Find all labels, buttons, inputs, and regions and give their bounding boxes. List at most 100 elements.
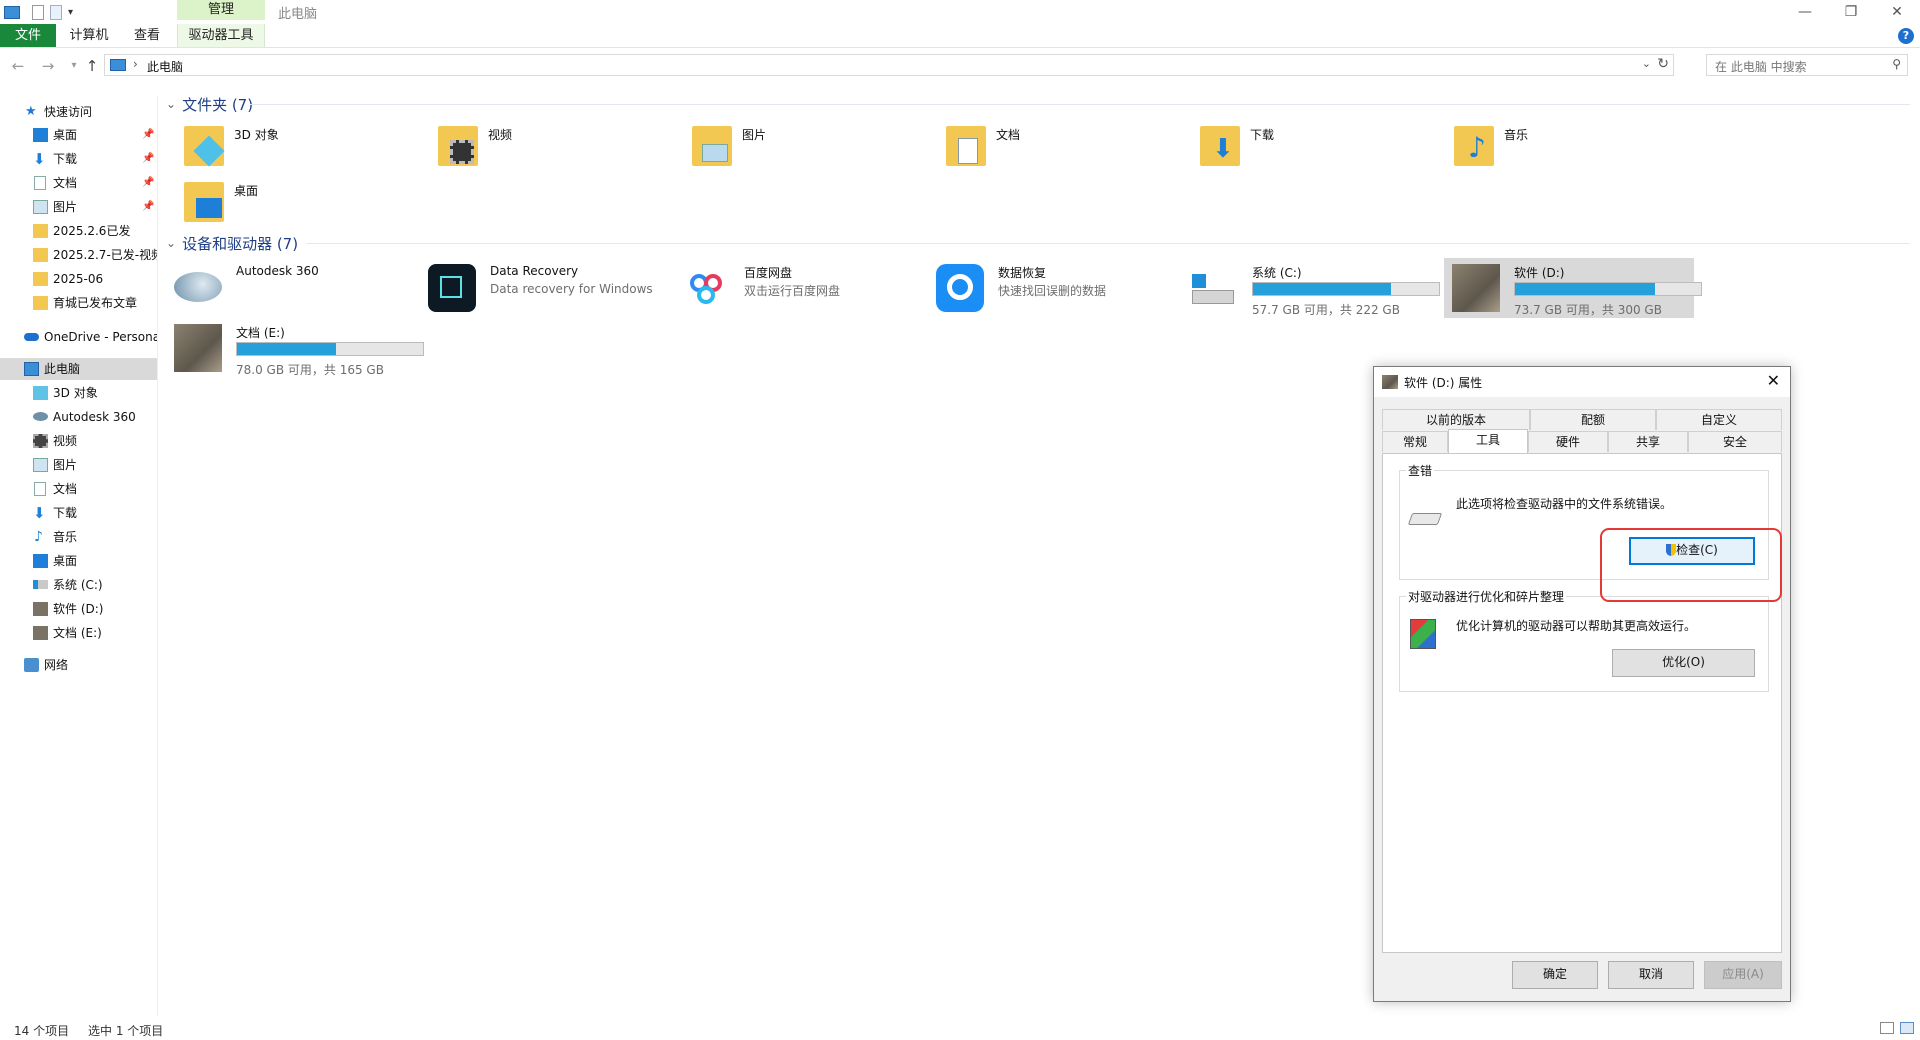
tab-previous-versions[interactable]: 以前的版本	[1382, 409, 1530, 430]
download-icon: ⬇	[33, 504, 46, 522]
system-drive-icon	[33, 580, 48, 589]
close-icon[interactable]: ✕	[1767, 371, 1780, 390]
drive-usage-bar	[1252, 282, 1440, 296]
tab-general[interactable]: 常规	[1382, 431, 1448, 452]
address-input[interactable]: › 此电脑 ⌄ ↻	[104, 54, 1674, 76]
nav-quick-item[interactable]: 桌面 📌	[0, 124, 157, 146]
nav-pc-item[interactable]: 图片	[0, 454, 157, 476]
up-button[interactable]: ↑	[82, 56, 102, 76]
new-folder-icon[interactable]	[50, 4, 62, 20]
nav-pc-item[interactable]: 文档 (E:)	[0, 622, 157, 644]
pin-icon[interactable]: 📌	[142, 148, 154, 170]
pin-icon[interactable]: 📌	[142, 196, 154, 218]
ok-button[interactable]: 确定	[1512, 961, 1598, 989]
nav-this-pc[interactable]: 此电脑	[0, 358, 157, 380]
help-icon[interactable]: ?	[1898, 28, 1914, 44]
folder-pictures[interactable]: 图片	[668, 120, 918, 170]
nav-quick-item[interactable]: 2025.2.7-已发-视频	[0, 244, 157, 266]
drive-photo-icon	[1452, 264, 1500, 312]
cube-3d-icon	[33, 386, 48, 400]
drive-d[interactable]: 软件 (D:) 73.7 GB 可用，共 300 GB	[1444, 258, 1702, 318]
drive-c[interactable]: 系统 (C:) 57.7 GB 可用，共 222 GB	[1182, 258, 1440, 320]
nav-pc-item[interactable]: ⬇ 下载	[0, 502, 157, 524]
recent-locations-button[interactable]: ▾	[64, 56, 84, 76]
folder-documents-icon	[946, 126, 986, 166]
device-autodesk-360[interactable]: Autodesk 360	[166, 258, 416, 314]
nav-quick-access[interactable]: ★ 快速访问	[0, 101, 157, 123]
drive-icon	[1407, 513, 1443, 525]
nav-pc-item[interactable]: 3D 对象	[0, 382, 157, 404]
tab-drive-tools[interactable]: 驱动器工具	[177, 24, 265, 47]
group-header-folders[interactable]: ⌄ 文件夹 (7)	[166, 93, 1916, 115]
autodesk-icon	[174, 272, 222, 302]
apply-button: 应用(A)	[1704, 961, 1782, 989]
tab-computer[interactable]: 计算机	[62, 24, 116, 47]
folder-music[interactable]: ♪ 音乐	[1430, 120, 1680, 170]
group-optimize: 对驱动器进行优化和碎片整理 优化计算机的驱动器可以帮助其更高效运行。 优化(O)	[1399, 588, 1769, 692]
nav-network[interactable]: 网络	[0, 654, 157, 676]
highlight-annotation	[1600, 528, 1782, 602]
device-data-recovery[interactable]: Data Recovery Data recovery for Windows	[420, 258, 670, 314]
nav-quick-item[interactable]: 育城已发布文章	[0, 292, 157, 314]
drive-photo-icon	[174, 324, 222, 372]
nav-quick-item[interactable]: 2025-06	[0, 268, 157, 290]
folder-documents[interactable]: 文档	[922, 120, 1172, 170]
pin-icon[interactable]: 📌	[142, 172, 154, 194]
search-icon[interactable]: ⚲	[1892, 57, 1901, 71]
nav-onedrive[interactable]: OneDrive - Personal	[0, 326, 157, 348]
optimize-button[interactable]: 优化(O)	[1612, 649, 1755, 677]
drive-e[interactable]: 文档 (E:) 78.0 GB 可用，共 165 GB	[166, 318, 424, 378]
nav-quick-item[interactable]: ⬇ 下载 📌	[0, 148, 157, 170]
cancel-button[interactable]: 取消	[1608, 961, 1694, 989]
nav-pc-item[interactable]: 文档	[0, 478, 157, 500]
nav-pc-item[interactable]: ♪ 音乐	[0, 526, 157, 548]
refresh-icon[interactable]: ↻	[1657, 56, 1669, 72]
chevron-down-icon[interactable]: ⌄	[1642, 57, 1651, 70]
close-button[interactable]: ✕	[1874, 0, 1920, 24]
minimize-button[interactable]: —	[1782, 0, 1828, 24]
nav-pc-item[interactable]: 视频	[0, 430, 157, 452]
nav-quick-item[interactable]: 文档 📌	[0, 172, 157, 194]
folder-3d-objects[interactable]: 3D 对象	[160, 120, 410, 170]
computer-icon[interactable]	[4, 5, 20, 19]
tab-file[interactable]: 文件	[0, 24, 56, 47]
device-data-recovery-cn[interactable]: 数据恢复 快速找回误删的数据	[928, 258, 1178, 314]
chevron-down-icon[interactable]: ⌄	[166, 97, 176, 111]
folder-downloads[interactable]: ⬇ 下载	[1176, 120, 1426, 170]
pictures-icon	[33, 200, 48, 214]
folder-videos[interactable]: 视频	[414, 120, 664, 170]
breadcrumb-chevron-icon[interactable]: ›	[133, 57, 138, 71]
nav-quick-item[interactable]: 2025.2.6已发	[0, 220, 157, 242]
desktop-icon	[33, 128, 48, 142]
tab-tools[interactable]: 工具	[1448, 429, 1528, 453]
tab-customize[interactable]: 自定义	[1656, 409, 1782, 430]
folder-music-icon: ♪	[1454, 126, 1494, 166]
details-view-icon[interactable]	[1880, 1022, 1894, 1034]
tab-hardware[interactable]: 硬件	[1528, 431, 1608, 452]
qat-dropdown-icon[interactable]: ▾	[68, 7, 73, 18]
restore-button[interactable]: ❐	[1828, 0, 1874, 24]
folder-desktop[interactable]: 桌面	[160, 176, 410, 226]
back-button[interactable]: ←	[8, 56, 28, 76]
drive-photo-icon	[33, 626, 48, 640]
tab-security[interactable]: 安全	[1688, 431, 1782, 452]
nav-quick-item[interactable]: 图片 📌	[0, 196, 157, 218]
nav-pc-item[interactable]: Autodesk 360	[0, 406, 157, 428]
group-header-devices[interactable]: ⌄ 设备和驱动器 (7)	[166, 232, 1916, 254]
tab-view[interactable]: 查看	[122, 24, 172, 47]
device-baidu-netdisk[interactable]: 百度网盘 双击运行百度网盘	[674, 258, 924, 314]
tab-quota[interactable]: 配额	[1530, 409, 1656, 430]
forward-button[interactable]: →	[38, 56, 58, 76]
folder-icon	[33, 224, 48, 238]
large-icons-view-icon[interactable]	[1900, 1022, 1914, 1034]
breadcrumb[interactable]: 此电脑	[147, 58, 183, 75]
search-input[interactable]: 在 此电脑 中搜索 ⚲	[1706, 54, 1908, 76]
chevron-down-icon[interactable]: ⌄	[166, 236, 176, 250]
navigation-pane: ★ 快速访问 桌面 📌 ⬇ 下载 📌 文档 📌 图片 📌 2025.2.6已发 …	[0, 96, 158, 1016]
properties-icon[interactable]	[32, 4, 44, 20]
tab-sharing[interactable]: 共享	[1608, 431, 1688, 452]
nav-pc-item[interactable]: 桌面	[0, 550, 157, 572]
nav-pc-item[interactable]: 软件 (D:)	[0, 598, 157, 620]
pin-icon[interactable]: 📌	[142, 124, 154, 146]
nav-pc-item[interactable]: 系统 (C:)	[0, 574, 157, 596]
